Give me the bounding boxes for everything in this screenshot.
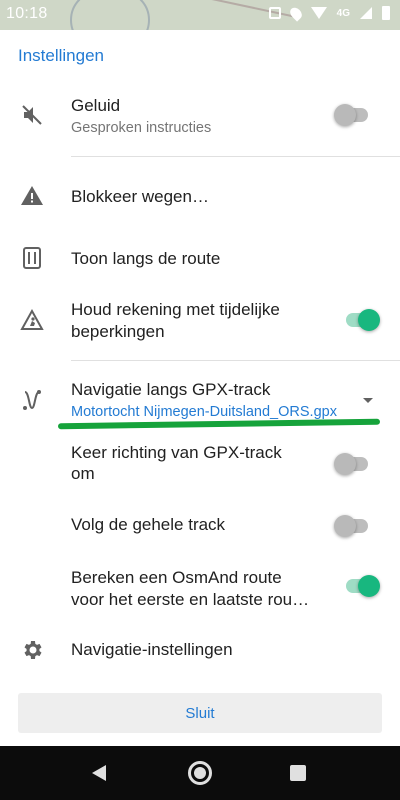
page-title: Instellingen [18, 46, 105, 65]
show-along-route-row[interactable]: Toon langs de route [0, 238, 400, 278]
osmand-route-title-line2: voor het eerste en laatste rou… [71, 590, 310, 609]
gpx-route-icon [20, 388, 44, 412]
back-icon[interactable] [92, 765, 106, 781]
sound-subtitle: Gesproken instructies [71, 120, 212, 136]
reverse-gpx-row[interactable]: Keer richting van GPX-track om [0, 440, 400, 486]
follow-whole-track-row[interactable]: Volg de gehele track [0, 508, 400, 544]
location-icon [287, 4, 304, 22]
sound-toggle[interactable] [334, 104, 370, 126]
wifi-icon [310, 7, 327, 19]
home-icon[interactable] [188, 761, 212, 785]
osmand-route-row[interactable]: Bereken een OsmAnd route voor het eerste… [0, 564, 400, 614]
map-background [70, 0, 150, 30]
network-type: 4G [336, 7, 350, 19]
chevron-down-icon[interactable] [363, 398, 373, 403]
show-along-route-title: Toon langs de route [71, 249, 221, 268]
sound-off-icon [20, 103, 44, 127]
osmand-route-title-line1: Bereken een OsmAnd route [71, 568, 282, 587]
temporary-restrictions-title-line2: beperkingen [71, 322, 165, 341]
divider [71, 360, 400, 361]
gpx-navigation-title: Navigatie langs GPX-track [71, 380, 271, 399]
osmand-route-toggle[interactable] [344, 575, 380, 597]
system-nav-bar [0, 746, 400, 800]
navigation-settings-title: Navigatie-instellingen [71, 640, 233, 659]
road-works-icon [20, 308, 44, 332]
follow-whole-track-title: Volg de gehele track [71, 515, 226, 534]
reverse-gpx-title-line2: om [71, 464, 95, 483]
navigation-settings-row[interactable]: Navigatie-instellingen [0, 630, 400, 670]
signal-icon [360, 7, 372, 19]
warning-icon [20, 184, 44, 208]
divider [71, 156, 400, 157]
gpx-file-value[interactable]: Motortocht Nijmegen-Duitsland_ORS.gpx [71, 404, 337, 420]
close-button[interactable]: Sluit [18, 693, 382, 733]
avoid-roads-row[interactable]: Blokkeer wegen… [0, 176, 400, 216]
battery-icon [382, 6, 390, 20]
gear-icon [20, 638, 44, 662]
sound-title: Geluid [71, 96, 121, 115]
reverse-gpx-title-line1: Keer richting van GPX-track [71, 443, 282, 462]
sound-row[interactable]: Geluid Gesproken instructies [0, 90, 400, 150]
recent-apps-icon[interactable] [290, 765, 306, 781]
gpx-navigation-row[interactable]: Navigatie langs GPX-track Motortocht Nij… [0, 374, 400, 426]
status-icons: 4G [268, 4, 390, 22]
temporary-restrictions-row[interactable]: Houd rekening met tijdelijke beperkingen [0, 296, 400, 348]
reverse-gpx-toggle[interactable] [334, 453, 370, 475]
status-time: 10:18 [6, 5, 48, 22]
temporary-restrictions-toggle[interactable] [344, 309, 380, 331]
follow-whole-track-toggle[interactable] [334, 515, 370, 537]
notification-icon [268, 7, 281, 19]
restaurant-icon [20, 246, 44, 270]
status-bar: 10:18 4G [0, 0, 400, 30]
avoid-roads-title: Blokkeer wegen… [71, 187, 209, 206]
temporary-restrictions-title-line1: Houd rekening met tijdelijke [71, 300, 280, 319]
